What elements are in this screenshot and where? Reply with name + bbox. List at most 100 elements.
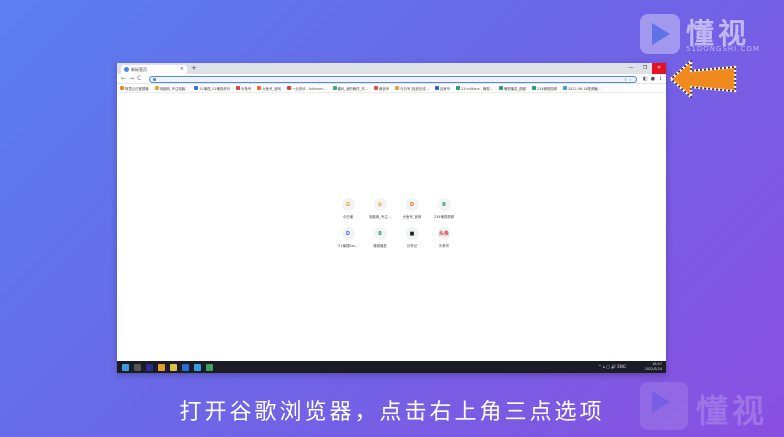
tab-close-icon[interactable]: × bbox=[180, 65, 184, 74]
browser-titlebar: 新标签页 × + — ❐ ✕ bbox=[117, 63, 666, 74]
bookmark-item[interactable]: 今日号_轻松在线... bbox=[395, 86, 429, 91]
shortcut-favicon-icon: D bbox=[405, 198, 419, 211]
bookmark-label: 头条号 bbox=[241, 86, 252, 91]
browser-tab[interactable]: 新标签页 × bbox=[121, 65, 187, 74]
shortcut-tile[interactable]: D 51懂视Bai... bbox=[332, 227, 364, 248]
bookmark-favicon-icon bbox=[154, 86, 159, 90]
bookmark-item[interactable]: 234懂视视频 bbox=[531, 86, 557, 91]
bookmark-favicon-icon bbox=[236, 86, 241, 90]
bookmark-favicon-icon bbox=[498, 86, 503, 90]
new-tab-button[interactable]: + bbox=[191, 64, 197, 73]
minimize-button[interactable]: — bbox=[624, 63, 638, 74]
bookmark-favicon-icon bbox=[194, 86, 199, 90]
bookmark-item[interactable]: 阿里云已被屏蔽 bbox=[120, 86, 149, 91]
bookmark-item[interactable]: 51懂视_51懂视资讯 bbox=[194, 86, 230, 91]
shortcut-label: 头条号 bbox=[438, 244, 450, 248]
logo-play-icon bbox=[640, 14, 680, 54]
share-star-icons[interactable]: ⇪ ☆ bbox=[624, 77, 632, 83]
shortcut-label: 234懂视视频 bbox=[433, 215, 455, 219]
search-icon[interactable] bbox=[134, 363, 141, 371]
bookmark-label: 2022-06-16视频截... bbox=[567, 86, 602, 91]
shortcut-tile[interactable]: D 大鱼号_官网 bbox=[396, 198, 428, 219]
close-window-button[interactable]: ✕ bbox=[652, 63, 666, 74]
shortcut-favicon-icon: B bbox=[437, 198, 451, 211]
bookmark-label: 百家号 bbox=[439, 86, 451, 91]
shortcut-tile[interactable]: 头条 头条号 bbox=[428, 227, 460, 248]
bookmark-item[interactable]: 23 millions - 懂视... bbox=[456, 86, 493, 91]
clock[interactable]: 18:47 2022/5/24 bbox=[645, 362, 662, 372]
bookmark-item[interactable]: 百家号 bbox=[434, 86, 451, 91]
folder-icon[interactable] bbox=[170, 363, 177, 371]
bookmark-label: 大鱼号_官网 bbox=[262, 86, 281, 91]
shortcut-label: 懂视播发 bbox=[373, 244, 387, 248]
subtitle-caption: 打开谷歌浏览器，点击右上角三点选项 bbox=[179, 400, 605, 425]
shortcut-label: 51懂视Bai... bbox=[338, 244, 358, 248]
bookmark-label: 电脑网_专注电脑... bbox=[159, 86, 189, 91]
shortcut-label: 今日懂 bbox=[342, 215, 354, 219]
system-tray-icons[interactable]: ^ ⌂ ◻ 🔊 ENG bbox=[598, 364, 626, 369]
bookmark-item[interactable]: 一点资讯 - Ixihuxnn... bbox=[286, 86, 327, 91]
premiere-icon[interactable] bbox=[146, 363, 153, 371]
window-controls: — ❐ ✕ bbox=[624, 63, 666, 74]
bookmark-label: 懂视播发_视频 bbox=[503, 86, 526, 91]
shortcut-favicon-icon: D bbox=[341, 227, 355, 240]
shortcut-favicon-icon: G bbox=[341, 198, 355, 211]
bookmark-favicon-icon bbox=[531, 86, 536, 90]
maximize-button[interactable]: ❐ bbox=[638, 63, 652, 74]
bookmark-label: 一点资讯 - Ixihuxnn... bbox=[291, 86, 327, 91]
windows-taskbar: ^ ⌂ ◻ 🔊 ENG 18:47 2022/5/24 bbox=[117, 361, 666, 373]
bookmark-item[interactable]: 2022-06-16视频截... bbox=[562, 86, 602, 91]
edge-icon[interactable] bbox=[182, 363, 189, 371]
bookmark-item[interactable]: 大鱼号_官网 bbox=[257, 86, 281, 91]
bookmark-favicon-icon bbox=[456, 86, 461, 90]
shortcut-label: 大鱼号_官网 bbox=[402, 215, 422, 219]
shortcut-favicon-icon: b bbox=[373, 198, 387, 211]
address-bar[interactable]: ⇪ ☆ bbox=[149, 75, 637, 83]
profile-icon[interactable]: ● bbox=[651, 75, 655, 83]
shortcut-tile[interactable]: b 电脑网_专注... bbox=[364, 198, 396, 219]
shortcut-tile[interactable]: B 懂视播发 bbox=[364, 227, 396, 248]
sidepanel-icon[interactable]: ◧ bbox=[643, 75, 648, 83]
bookmark-favicon-icon bbox=[562, 86, 567, 90]
shortcut-tile[interactable]: ■ 分享记 bbox=[396, 227, 428, 248]
shortcut-label: 电脑网_专注... bbox=[369, 215, 391, 219]
back-button[interactable]: ← bbox=[121, 75, 126, 83]
three-dot-menu-icon[interactable]: ⋮ bbox=[658, 75, 663, 83]
google-icon bbox=[153, 77, 156, 81]
bookmark-item[interactable]: 懂视播发_视频 bbox=[498, 86, 526, 91]
bookmark-label: 今日号_轻松在线... bbox=[400, 86, 429, 91]
app-icon[interactable] bbox=[194, 363, 201, 371]
start-icon[interactable] bbox=[122, 363, 129, 371]
shortcut-grid: G 今日懂 b 电脑网_专注... D 大鱼号_官网 B 234懂视视频 D 51懂视Bai...… bbox=[332, 198, 462, 248]
orange-arrow-icon bbox=[669, 59, 737, 99]
clock-date: 2022/5/24 bbox=[644, 367, 662, 371]
bookmark-label: 23 millions - 懂视... bbox=[461, 86, 493, 91]
bookmark-favicon-icon bbox=[434, 86, 439, 90]
forward-button[interactable]: → bbox=[129, 75, 134, 83]
bookmark-favicon-icon bbox=[395, 86, 400, 90]
bookmarks-bar: 阿里云已被屏蔽 电脑网_专注电脑... 51懂视_51懂视资讯 头条号 大鱼号_官网 一点… bbox=[117, 84, 666, 93]
logo-subtext: 51DONGSHI.COM bbox=[686, 45, 760, 53]
nav-buttons: ← → C bbox=[121, 75, 141, 83]
shortcut-label: 分享记 bbox=[406, 244, 418, 248]
app-icon-2[interactable] bbox=[206, 363, 213, 371]
bookmark-item[interactable]: 头条号 bbox=[236, 86, 251, 91]
shortcut-favicon-icon: ■ bbox=[405, 227, 419, 240]
reload-button[interactable]: C bbox=[137, 75, 141, 83]
chrome-icon bbox=[124, 67, 129, 72]
bookmark-item[interactable]: 微信号 bbox=[374, 86, 389, 91]
tab-title: 新标签页 bbox=[131, 67, 147, 72]
browser-toolbar: ← → C ⇪ ☆ ◧ ● ⋮ bbox=[117, 74, 666, 84]
bookmark-label: 微信号 bbox=[379, 86, 390, 91]
bookmark-favicon-icon bbox=[286, 86, 291, 90]
bookmark-item[interactable]: 趣玩_我的稿件_作... bbox=[332, 86, 368, 91]
shortcut-tile[interactable]: B 234懂视视频 bbox=[428, 198, 460, 219]
bookmark-label: 趣玩_我的稿件_作... bbox=[337, 86, 368, 91]
bookmark-item[interactable]: 电脑网_专注电脑... bbox=[154, 86, 189, 91]
shortcut-tile[interactable]: G 今日懂 bbox=[332, 198, 364, 219]
bookmark-label: 234懂视视频 bbox=[536, 86, 557, 91]
browser-screen: 新标签页 × + — ❐ ✕ ← → C ⇪ ☆ ◧ ● ⋮ 阿里云已被屏蔽电脑… bbox=[117, 63, 666, 373]
shortcut-favicon-icon: 头条 bbox=[437, 227, 451, 240]
bookmark-favicon-icon bbox=[374, 86, 378, 90]
chrome-taskbar-icon[interactable] bbox=[158, 363, 165, 371]
